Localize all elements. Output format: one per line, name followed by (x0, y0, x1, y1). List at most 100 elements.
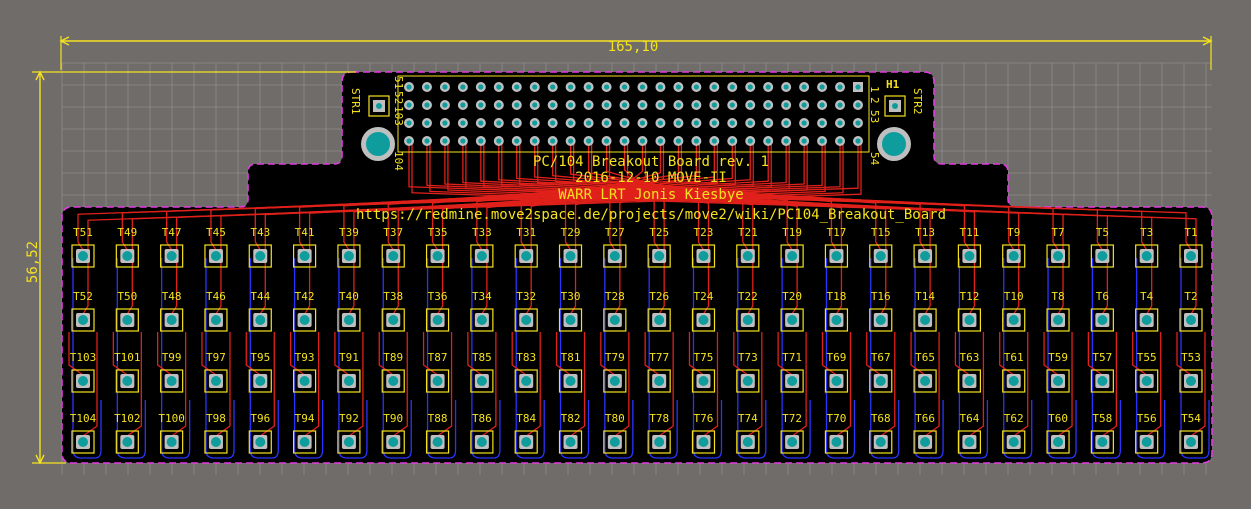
testpoint-label: T16 (871, 290, 891, 303)
testpoint-label: T87 (428, 351, 448, 364)
testpoint-drill (122, 437, 133, 447)
testpoint-drill (1097, 315, 1108, 325)
testpoint-drill (432, 376, 443, 386)
testpoint-drill (920, 251, 931, 261)
header-pin-drill (621, 102, 628, 108)
testpoint-label: T13 (915, 226, 935, 239)
testpoint-label: T52 (73, 290, 93, 303)
header-pin-drill (675, 138, 682, 144)
header-pin-drill (424, 102, 430, 108)
testpoint-drill (78, 437, 88, 447)
testpoint-drill (964, 315, 975, 325)
testpoint-drill (521, 315, 532, 325)
testpoint-label: T30 (561, 290, 581, 303)
testpoint-drill (1141, 251, 1152, 261)
testpoint-drill (1097, 376, 1108, 386)
header-pin-drill (603, 138, 610, 144)
testpoint-label: T85 (472, 351, 492, 364)
header-pin-drill (837, 84, 843, 90)
header-pin-drill (693, 84, 699, 90)
testpoint-drill (654, 251, 665, 261)
testpoint-label: T88 (428, 412, 448, 425)
header-pin-drill (729, 84, 735, 90)
testpoint-label: T71 (782, 351, 802, 364)
header-pin-drill (819, 84, 825, 90)
testpoint-drill (299, 251, 310, 261)
testpoint-label: T65 (915, 351, 935, 364)
testpoint-drill (565, 315, 576, 325)
testpoint-label: T96 (250, 412, 270, 425)
testpoint-drill (388, 376, 399, 386)
header-pin-drill (568, 84, 574, 90)
testpoint-label: T28 (605, 290, 625, 303)
header-pin-drill (675, 120, 682, 126)
testpoint-drill (343, 376, 354, 386)
header-pin-drill (819, 120, 825, 126)
testpoint-drill (166, 376, 177, 386)
testpoint-drill (875, 315, 886, 325)
testpoint-drill (1141, 315, 1152, 325)
header-pin-drill (855, 102, 861, 108)
testpoint-drill (432, 437, 443, 447)
header-pin-drill (496, 84, 502, 90)
testpoint-drill (343, 315, 354, 325)
testpoint-drill (698, 376, 709, 386)
testpoint-label: T20 (782, 290, 802, 303)
testpoint-label: T48 (162, 290, 182, 303)
testpoint-drill (787, 315, 798, 325)
header-pin-drill (801, 84, 807, 90)
testpoint-label: T37 (383, 226, 403, 239)
header-pin-drill (729, 138, 735, 144)
header-pin-drill (514, 102, 520, 108)
testpoint-label: T60 (1048, 412, 1068, 425)
header-pin-drill (819, 102, 825, 108)
header-pin-drill (514, 120, 520, 126)
header-pin-drill (406, 138, 412, 144)
testpoint-label: T25 (649, 226, 669, 239)
header-pin-drill (783, 102, 789, 108)
header-pin-drill (711, 120, 717, 126)
testpoint-label: T43 (250, 226, 270, 239)
testpoint-drill (787, 437, 798, 447)
header-pin-drill (639, 120, 646, 126)
testpoint-drill (565, 437, 576, 447)
header-ref-label: H1 (886, 78, 900, 91)
testpoint-drill (1097, 251, 1108, 261)
testpoint-label: T102 (114, 412, 141, 425)
testpoint-label: T59 (1048, 351, 1068, 364)
header-pin-drill (496, 102, 502, 108)
testpoint-label: T75 (694, 351, 714, 364)
header-pin-drill (514, 138, 520, 144)
testpoint-drill (1008, 376, 1019, 386)
testpoint-label: T72 (782, 412, 802, 425)
header-pin-drill (693, 138, 699, 144)
testpoint-drill (698, 251, 709, 261)
testpoint-drill (875, 376, 886, 386)
testpoint-drill (210, 376, 221, 386)
testpoint-drill (299, 437, 310, 447)
header-pin-drill (550, 84, 556, 90)
testpoint-label: T15 (871, 226, 891, 239)
header-pin-drill (406, 102, 412, 108)
testpoint-drill (1008, 315, 1019, 325)
testpoint-drill (1053, 376, 1064, 386)
testpoint-label: T35 (428, 226, 448, 239)
testpoint-drill (1008, 437, 1019, 447)
header-pin-drill (532, 138, 538, 144)
header-pin-label-103: 103 (392, 106, 405, 126)
testpoint-drill (166, 437, 177, 447)
header-pin-drill (621, 84, 628, 90)
testpoint-label: T4 (1140, 290, 1154, 303)
header-pin-drill (442, 120, 448, 126)
testpoint-label: T45 (206, 226, 226, 239)
header-pin-drill (496, 120, 502, 126)
header-pin-drill (801, 102, 807, 108)
testpoint-label: T41 (295, 226, 315, 239)
standoff-left-label: STR1 (349, 88, 362, 115)
testpoint-label: T56 (1137, 412, 1157, 425)
header-pin-drill (442, 138, 448, 144)
testpoint-drill (609, 437, 620, 447)
testpoint-drill (476, 437, 487, 447)
testpoint-drill (831, 315, 842, 325)
testpoint-label: T2 (1184, 290, 1197, 303)
